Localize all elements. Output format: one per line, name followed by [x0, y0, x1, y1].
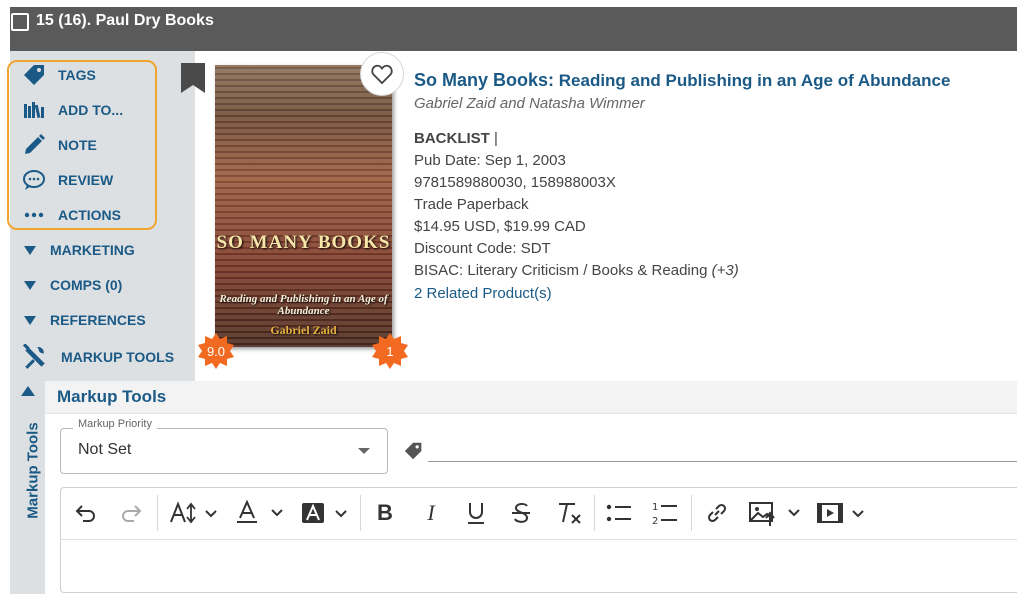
book-title-main: So Many Books:	[414, 70, 555, 90]
italic-button[interactable]: I	[418, 499, 444, 527]
chevron-down-icon	[24, 315, 36, 325]
video-icon	[817, 503, 864, 523]
underline-button[interactable]	[463, 499, 489, 527]
markup-tools-vertical-label: Markup Tools	[24, 422, 42, 519]
strikethrough-button[interactable]	[508, 499, 534, 527]
clear-format-button[interactable]	[554, 499, 584, 527]
highlight-color-button[interactable]	[300, 499, 350, 527]
link-button[interactable]	[703, 499, 731, 527]
markup-priority-label: Markup Priority	[73, 418, 157, 430]
sidebar-item-label: MARKUP TOOLS	[61, 349, 175, 365]
underline-icon	[468, 503, 484, 524]
book-status: BACKLIST |	[414, 130, 498, 147]
rating-badge: 9.0	[197, 332, 235, 370]
related-products-link[interactable]: 2 Related Product(s)	[414, 285, 552, 302]
cover-subtitle: Reading and Publishing in an Age of Abun…	[219, 293, 388, 317]
chevron-down-icon	[24, 280, 36, 290]
book-authors: Gabriel Zaid and Natasha Wimmer	[414, 95, 645, 112]
image-icon	[749, 502, 800, 526]
numbered-list-button[interactable]: 12	[650, 499, 680, 527]
book-format: Trade Paperback	[414, 196, 529, 213]
font-size-button[interactable]	[168, 499, 220, 527]
redo-icon	[122, 505, 142, 522]
pub-date: Pub Date: Sep 1, 2003	[414, 152, 566, 169]
highlight-outline	[7, 60, 157, 230]
highlight-color-icon	[302, 503, 347, 523]
status-separator: |	[489, 130, 498, 147]
bookmark-icon[interactable]	[181, 63, 205, 93]
bisac-more-link[interactable]: (+3)	[712, 262, 739, 279]
svg-text:1: 1	[652, 502, 658, 513]
sidebar-item-markup-tools[interactable]: MARKUP TOOLS	[22, 344, 174, 370]
font-size-icon	[170, 501, 217, 524]
isbn-list: 9781589880030, 158988003X	[414, 174, 616, 191]
book-title-sub: Reading and Publishing in an Age of Abun…	[554, 71, 951, 90]
sidebar-section-marketing[interactable]: MARKETING	[22, 242, 135, 258]
strikethrough-icon	[512, 502, 530, 523]
chevron-down-icon	[24, 245, 36, 255]
bold-button[interactable]: B	[372, 499, 398, 527]
undo-icon	[75, 505, 95, 522]
italic-icon: I	[427, 500, 435, 525]
numbered-list-icon: 12	[652, 502, 677, 526]
heart-icon	[371, 64, 393, 84]
insert-image-button[interactable]	[748, 499, 804, 527]
book-title-link[interactable]: So Many Books: Reading and Publishing in…	[414, 70, 950, 91]
cover-author: Gabriel Zaid	[270, 323, 337, 337]
sidebar-section-label: COMPS (0)	[50, 277, 123, 293]
undo-button[interactable]	[73, 499, 99, 527]
bisac-line: BISAC: Literary Criticism / Books & Read…	[414, 262, 739, 279]
text-color-icon	[237, 500, 283, 523]
related-products[interactable]: 2 Related Product(s)	[414, 285, 552, 302]
sidebar-section-label: REFERENCES	[50, 312, 146, 328]
markup-panel-title: Markup Tools	[57, 387, 167, 406]
sidebar-section-comps[interactable]: COMPS (0)	[22, 277, 122, 293]
toolbar-separator	[691, 495, 692, 531]
bold-icon: B	[377, 500, 393, 525]
sidebar-section-references[interactable]: REFERENCES	[22, 312, 146, 328]
collapse-up-icon[interactable]	[21, 386, 35, 396]
tag-icon	[403, 440, 425, 467]
insert-video-button[interactable]	[816, 499, 866, 527]
redo-button[interactable]	[118, 499, 144, 527]
markup-panel-header	[45, 381, 1017, 414]
discount-code: Discount Code: SDT	[414, 240, 551, 257]
toolbar-separator	[360, 495, 361, 531]
header-title: 15 (16). Paul Dry Books	[36, 12, 214, 29]
tag-input[interactable]	[428, 461, 1017, 462]
toolbar-divider	[61, 539, 1017, 540]
book-price: $14.95 USD, $19.99 CAD	[414, 218, 586, 235]
bullet-list-button[interactable]	[604, 499, 634, 527]
svg-text:2: 2	[652, 516, 658, 526]
bullet-list-icon	[606, 504, 631, 522]
clear-format-icon	[559, 503, 581, 524]
favorite-button[interactable]	[360, 52, 404, 96]
tools-icon	[22, 344, 48, 370]
toolbar-separator	[594, 495, 595, 531]
cover-title: SO MANY BOOKS	[216, 232, 391, 253]
sidebar-section-label: MARKETING	[50, 242, 135, 258]
text-color-button[interactable]	[232, 499, 286, 527]
bisac-text: BISAC: Literary Criticism / Books & Read…	[414, 262, 708, 279]
chevron-down-icon[interactable]	[358, 448, 370, 454]
status-label: BACKLIST	[414, 130, 490, 147]
select-checkbox[interactable]	[11, 13, 29, 31]
book-cover[interactable]: SO MANY BOOKS Reading and Publishing in …	[215, 65, 392, 347]
count-badge: 1	[371, 332, 409, 370]
link-icon	[707, 503, 727, 523]
toolbar-separator	[157, 495, 158, 531]
markup-priority-value: Not Set	[78, 441, 132, 458]
